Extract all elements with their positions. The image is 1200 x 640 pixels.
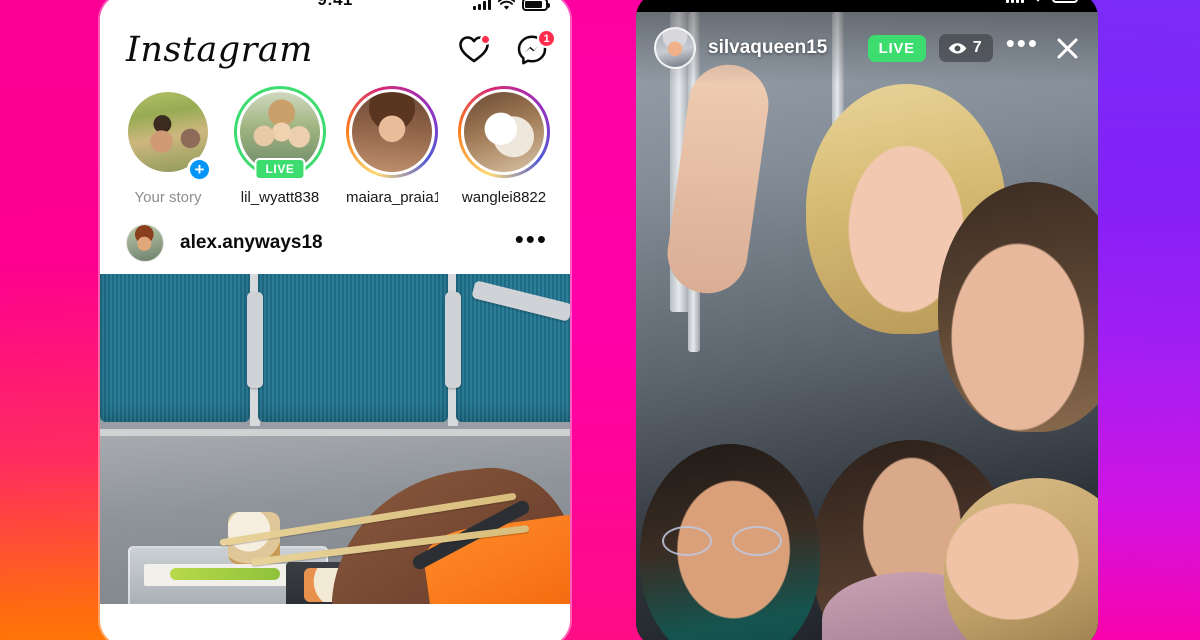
viewer-count-value: 7 (972, 39, 982, 56)
story-item-your-story[interactable]: + Your story (122, 86, 214, 206)
status-bar-left: 9:41 (100, 0, 570, 20)
wifi-icon (498, 0, 515, 10)
live-badge: LIVE (867, 34, 926, 62)
story-live-badge: LIVE (254, 158, 306, 180)
status-bar-time: 9:41 (851, 0, 883, 4)
live-broadcaster-avatar[interactable] (654, 27, 696, 69)
avatar (464, 92, 544, 172)
wifi-icon (1036, 0, 1040, 2)
story-username: lil_wyatt838 (240, 189, 320, 206)
post-author-avatar[interactable] (126, 224, 164, 262)
live-more-options-button[interactable]: ••• (1006, 30, 1039, 59)
avatar (352, 92, 432, 172)
viewer-count-pill[interactable]: 7 (938, 34, 993, 62)
messenger-badge: 1 (537, 29, 556, 48)
story-ring-gradient (346, 86, 438, 178)
instagram-logo: Instagram (126, 30, 313, 70)
battery-icon (522, 0, 550, 11)
cellular-bars-icon (473, 0, 491, 10)
status-bar-right: 9:41 (636, 0, 1098, 12)
cellular-bars-icon (1006, 0, 1024, 3)
story-item-maiara-praia1[interactable]: maiara_praia1 (346, 86, 438, 206)
phone-left-feed: 9:41 Instagram (100, 0, 570, 640)
battery-icon (1052, 0, 1078, 3)
messenger-icon[interactable]: 1 (516, 29, 556, 66)
story-ring-gradient (458, 86, 550, 178)
post-photo[interactable] (100, 274, 570, 604)
status-bar-time: 9:41 (317, 0, 352, 10)
screenshot-stage: 9:41 Instagram (0, 0, 1200, 640)
stories-tray[interactable]: + Your story LIVE lil_wyatt838 maiara_pr… (100, 82, 570, 212)
story-username: Your story (134, 189, 202, 206)
post-author-username[interactable]: alex.anyways18 (180, 232, 323, 254)
live-top-bar: silvaqueen15 LIVE 7 ••• (636, 12, 1098, 84)
close-icon[interactable] (1052, 33, 1082, 63)
live-broadcaster-username[interactable]: silvaqueen15 (708, 37, 827, 59)
phone-right-live: 9:41 (636, 0, 1098, 640)
instagram-header: Instagram 1 (100, 20, 570, 82)
story-username: wanglei8822 (461, 189, 547, 206)
story-username: maiara_praia1 (346, 189, 438, 206)
heart-icon[interactable] (458, 34, 491, 66)
post-more-options-button[interactable]: ••• (515, 226, 548, 254)
eye-icon (948, 42, 967, 54)
add-story-button[interactable]: + (187, 157, 212, 182)
post-header: alex.anyways18 ••• (100, 212, 570, 274)
live-video[interactable]: silvaqueen15 LIVE 7 ••• (636, 12, 1098, 640)
story-item-wanglei8822[interactable]: wanglei8822 (458, 86, 550, 206)
story-item-lil-wyatt838[interactable]: LIVE lil_wyatt838 (234, 86, 326, 206)
heart-unread-dot (480, 34, 491, 45)
